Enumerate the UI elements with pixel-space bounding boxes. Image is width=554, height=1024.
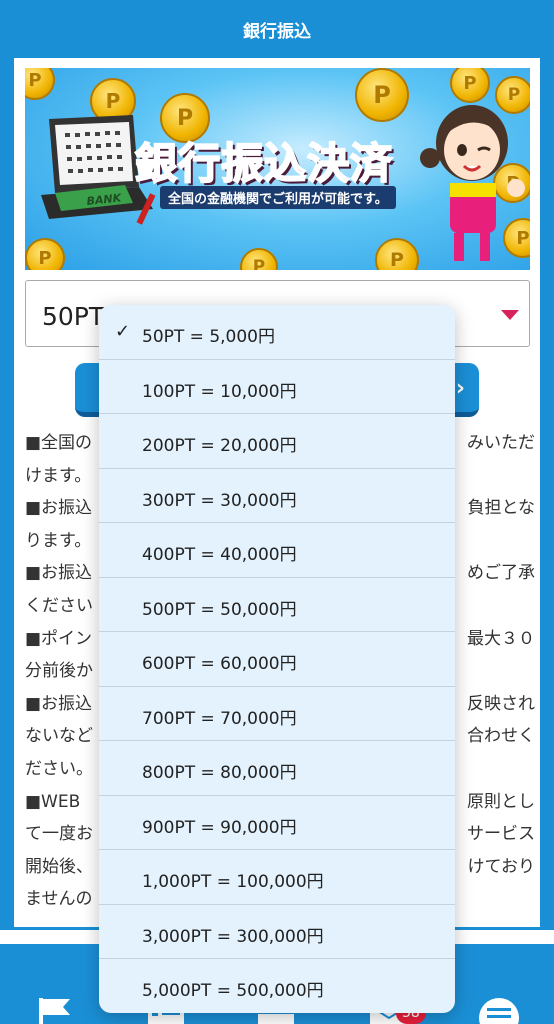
note-text-left: ■全国の	[25, 433, 93, 453]
menu-icon[interactable]	[477, 996, 521, 1024]
note-text-left: ないなど	[25, 726, 93, 747]
note-text-right: けており	[467, 856, 536, 877]
dropdown-option-label: 600PT = 60,000円	[142, 654, 297, 674]
note-text-left: ください	[25, 595, 93, 616]
note-text-left: ■お振込	[25, 498, 93, 519]
note-text-left: けます。	[25, 465, 92, 486]
points-dropdown[interactable]: ✓ 50PT = 5,000円 100PT = 10,000円 200PT = 20,…	[99, 305, 455, 1013]
flag-icon[interactable]	[36, 996, 76, 1024]
dropdown-option-label: 50PT = 5,000円	[142, 327, 275, 347]
note-text-left: て一度お	[25, 824, 93, 845]
dropdown-option[interactable]: 200PT = 20,000円	[99, 414, 455, 469]
dropdown-option[interactable]: 500PT = 50,000円	[99, 578, 455, 632]
note-text-right: 反映され	[467, 693, 535, 714]
note-text-right: 最大３０	[467, 628, 535, 649]
note-text-left: ださい。	[25, 758, 93, 779]
note-text-right: サービス	[467, 824, 535, 845]
banner-subtitle: 全国の金融機関でご利用が可能です。	[160, 186, 396, 209]
dropdown-option[interactable]: 400PT = 40,000円	[99, 523, 455, 578]
dropdown-option-label: 200PT = 20,000円	[142, 436, 297, 456]
coin-icon: P	[240, 248, 278, 270]
note-text-left: ませんの	[25, 889, 93, 910]
note-text-right: めご了承	[467, 563, 535, 584]
dropdown-option-label: 900PT = 90,000円	[142, 817, 297, 838]
dropdown-option[interactable]: 300PT = 30,000円	[99, 469, 455, 523]
note-text-right: 負担とな	[467, 498, 536, 519]
coin-icon: P	[25, 68, 55, 100]
note-text-left: ■お振込	[25, 563, 93, 584]
note-text-left: 開始後、	[25, 856, 93, 877]
mascot-illustration	[420, 105, 525, 261]
dropdown-option-label: 700PT = 70,000円	[142, 708, 297, 729]
banner-title: 銀行振込決済	[134, 138, 394, 189]
dropdown-option[interactable]: 700PT = 70,000円	[99, 687, 455, 741]
coin-icon: P	[355, 68, 409, 122]
note-text-left: ■お振込	[25, 693, 93, 714]
dropdown-option-label: 5,000PT = 500,000円	[142, 981, 324, 1001]
page-title: 銀行振込	[243, 21, 311, 42]
note-text-right: 合わせく	[467, 726, 535, 747]
chevron-right-icon: ›	[455, 376, 465, 401]
note-text-left: ■WEB	[25, 791, 81, 812]
dropdown-option-label: 3,000PT = 300,000円	[142, 926, 324, 947]
dropdown-option[interactable]: 800PT = 80,000円	[99, 741, 455, 796]
page-header: 銀行振込	[11, 0, 543, 58]
home-icon[interactable]	[256, 1012, 296, 1024]
note-text-left: ります。	[25, 530, 92, 551]
dropdown-option[interactable]: 600PT = 60,000円	[99, 632, 455, 687]
coin-icon: P	[25, 238, 65, 270]
coin-icon: P	[375, 238, 419, 270]
caret-down-icon	[501, 310, 519, 320]
bank-transfer-banner: P P P P P P P P P P P BANK 銀行振込決済 全国の金融機…	[25, 68, 530, 270]
dropdown-option[interactable]: 5,000PT = 500,000円	[99, 959, 455, 1013]
dropdown-option[interactable]: 3,000PT = 300,000円	[99, 905, 455, 959]
note-text-left: 分前後か	[25, 661, 93, 682]
dropdown-option[interactable]: 900PT = 90,000円	[99, 796, 455, 850]
note-text-right: みいただ	[467, 433, 535, 453]
dropdown-option-label: 1,000PT = 100,000円	[142, 872, 324, 892]
dropdown-option[interactable]: 100PT = 10,000円	[99, 360, 455, 414]
dropdown-option-label: 500PT = 50,000円	[142, 599, 297, 620]
dropdown-option[interactable]: 1,000PT = 100,000円	[99, 850, 455, 905]
dropdown-option-label: 100PT = 10,000円	[142, 381, 297, 402]
note-text-left: ■ポイン	[25, 628, 93, 649]
dropdown-option-label: 400PT = 40,000円	[142, 545, 297, 565]
dropdown-option-label: 800PT = 80,000円	[142, 763, 297, 783]
dropdown-option[interactable]: ✓ 50PT = 5,000円	[99, 305, 455, 360]
dropdown-option-label: 300PT = 30,000円	[142, 490, 297, 511]
note-text-right: 原則とし	[467, 791, 535, 812]
check-icon: ✓	[115, 321, 131, 342]
